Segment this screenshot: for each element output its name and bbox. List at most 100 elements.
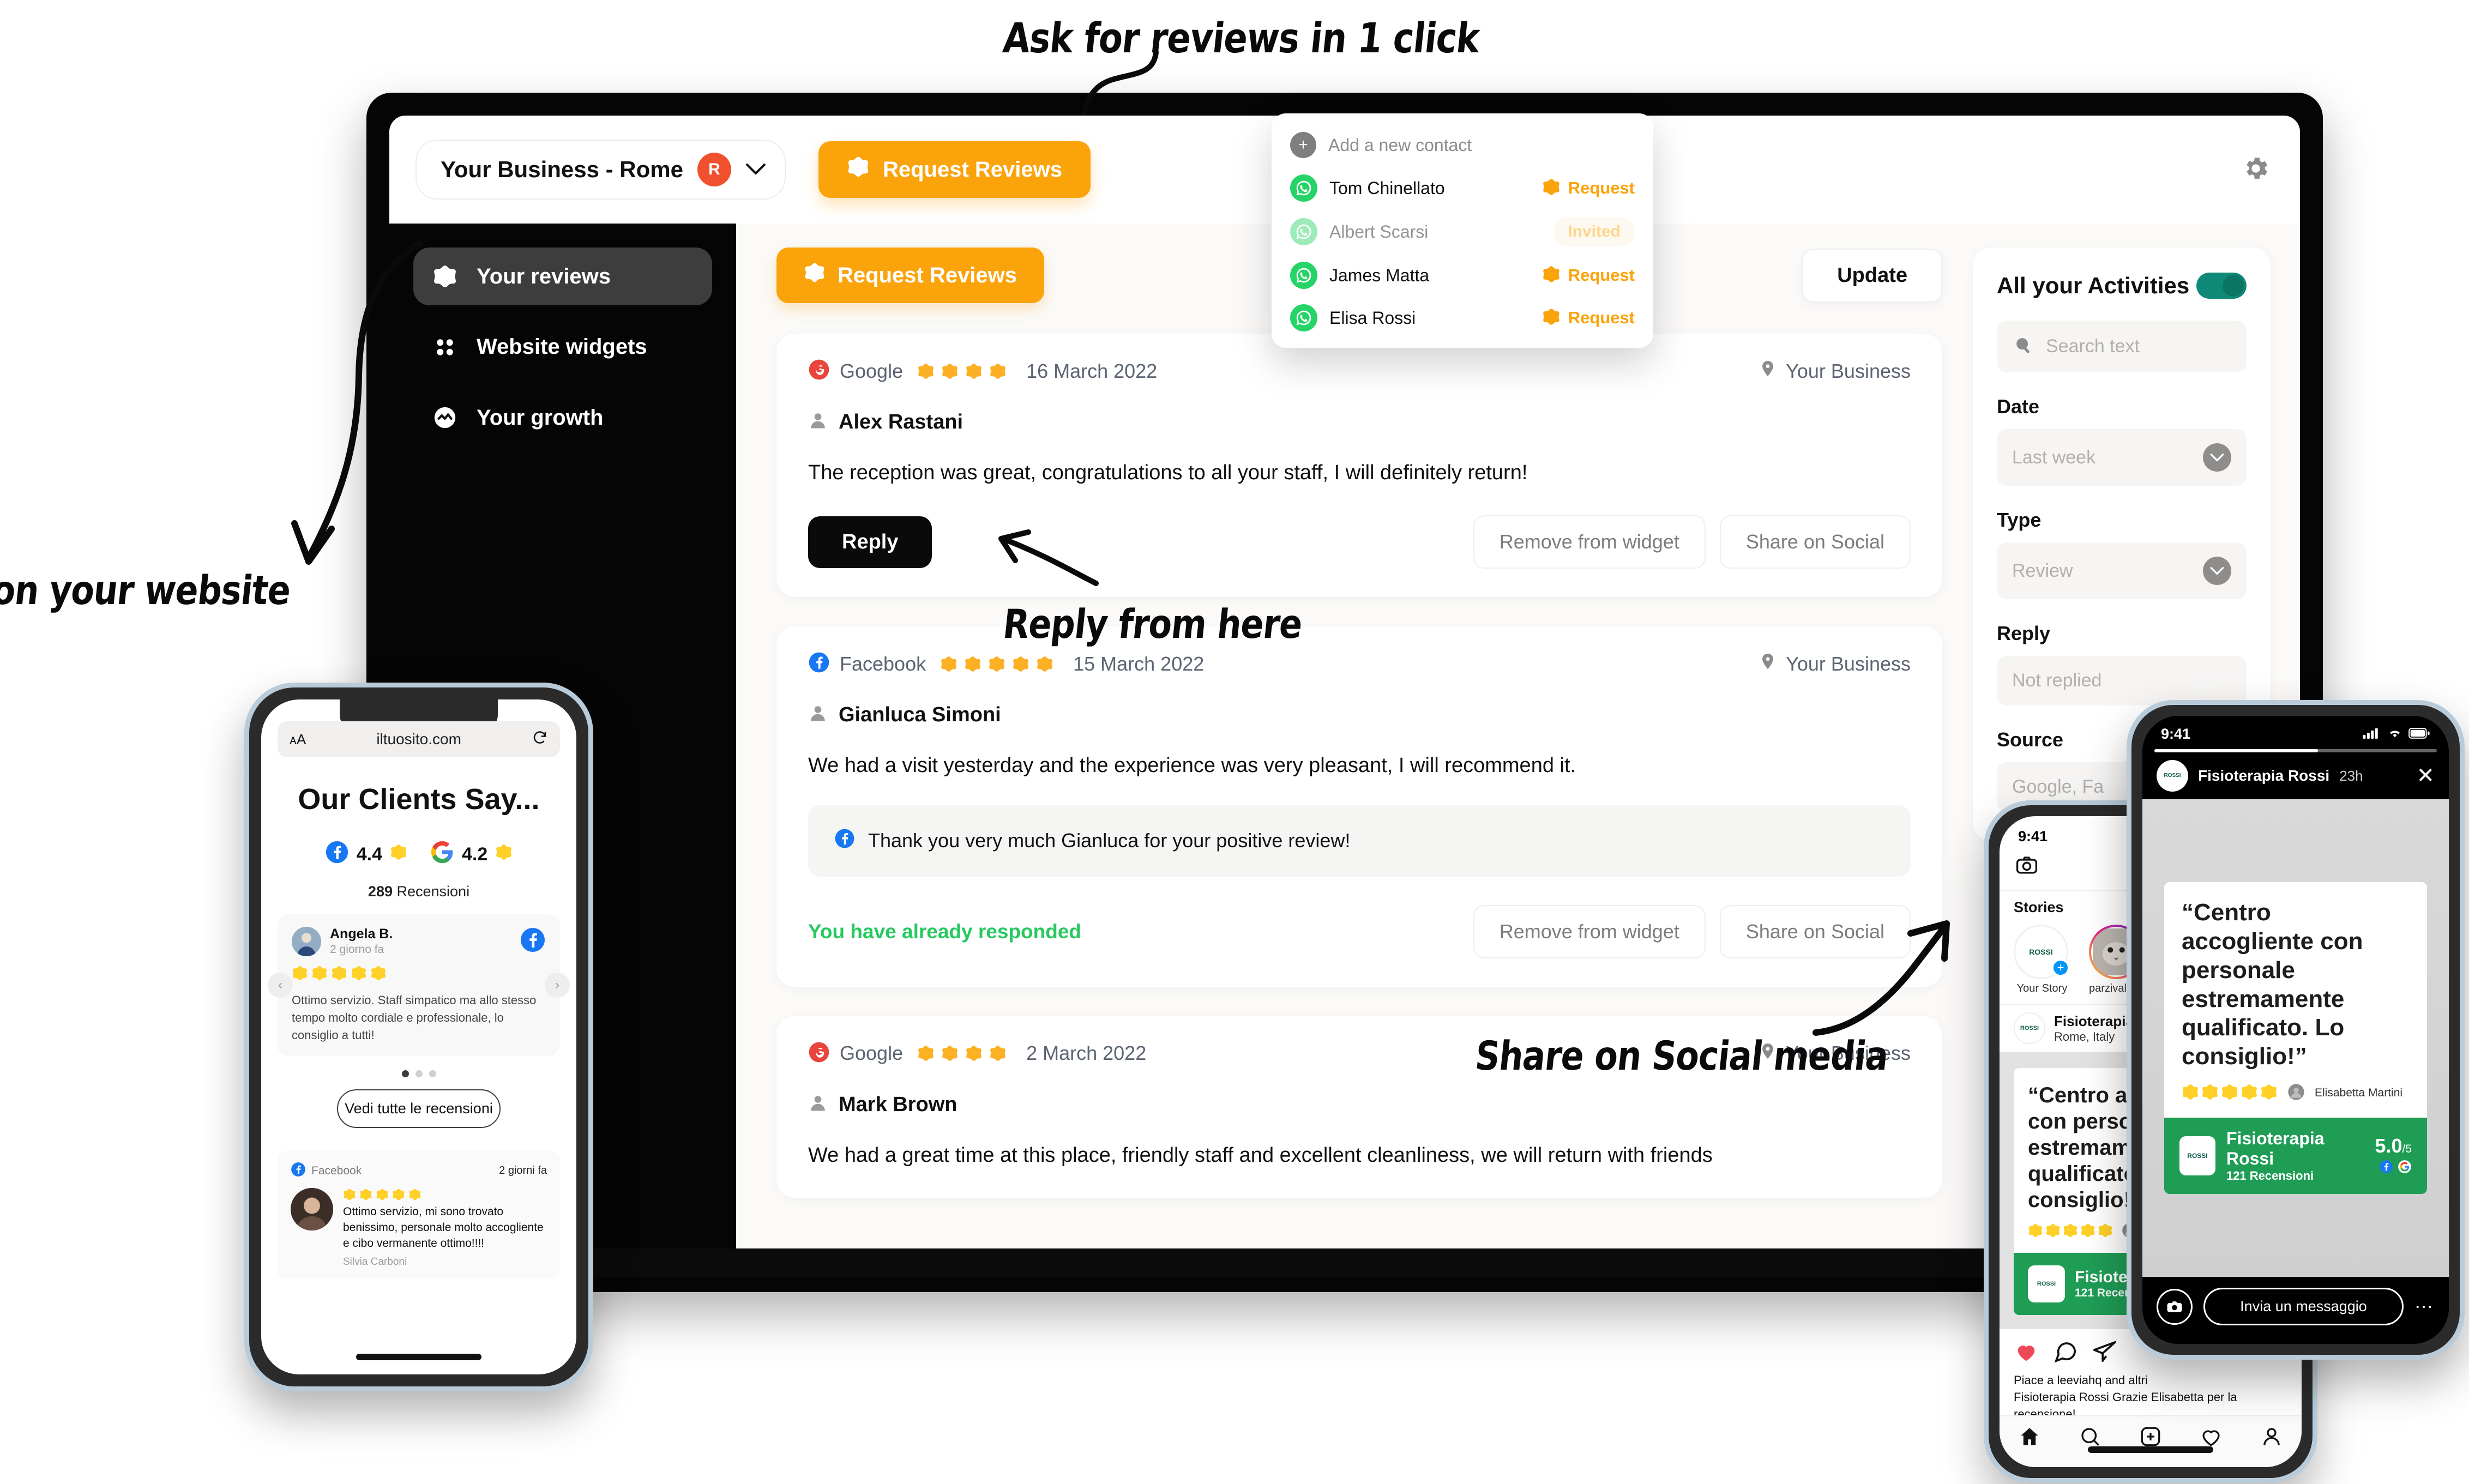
review-reply: Thank you very much Gianluca for your po… — [808, 805, 1911, 877]
annotation-reply-from-here: Reply from here — [1001, 600, 1305, 648]
review-stars — [2028, 1223, 2113, 1241]
star-icon — [311, 965, 328, 984]
star-icon — [917, 363, 935, 380]
filter-type-select[interactable]: Review — [1997, 542, 2247, 599]
reload-icon[interactable] — [532, 729, 548, 750]
review-author: Alex Rastani — [808, 411, 1911, 434]
secondary-review-author: Silvia Carboni — [343, 1256, 407, 1268]
carousel-dot[interactable] — [429, 1070, 436, 1077]
star-icon — [1012, 655, 1029, 673]
camera-icon[interactable] — [2015, 854, 2039, 880]
sidebar-item-website-widgets[interactable]: Website widgets — [413, 318, 712, 376]
review-location-label: Your Business — [1786, 652, 1911, 675]
whatsapp-icon — [1290, 218, 1317, 245]
home-indicator — [356, 1354, 481, 1360]
invited-badge: Invited — [1553, 217, 1635, 246]
carousel-dot[interactable] — [415, 1070, 423, 1077]
contact-row[interactable]: James Matta Request — [1290, 262, 1635, 289]
home-icon[interactable] — [2018, 1425, 2041, 1451]
review-author: Gianluca Simoni — [808, 703, 1911, 727]
browser-url-bar[interactable]: ᴀA iltuosito.com — [278, 721, 560, 757]
carousel-prev-button[interactable]: ‹ — [268, 972, 293, 998]
profile-icon[interactable] — [2260, 1425, 2283, 1451]
filter-reply-select[interactable]: Not replied — [1997, 656, 2247, 705]
review-date: 15 March 2022 — [1073, 652, 1205, 675]
star-icon — [2182, 1083, 2199, 1103]
heart-icon[interactable] — [2014, 1339, 2039, 1367]
secondary-review-text: Ottimo servizio, mi sono trovato benissi… — [343, 1205, 544, 1250]
contact-row[interactable]: Tom Chinellato Request — [1290, 174, 1635, 202]
share-on-social-button[interactable]: Share on Social — [1719, 515, 1911, 569]
request-action[interactable]: Request — [1542, 265, 1635, 286]
star-icon — [495, 843, 513, 866]
home-indicator — [2088, 1446, 2213, 1453]
rating-facebook: 4.4 — [325, 840, 407, 869]
star-icon — [917, 1045, 935, 1062]
add-icon[interactable]: + — [2052, 959, 2069, 976]
reply-button[interactable]: Reply — [808, 516, 932, 568]
facebook-icon — [808, 651, 830, 676]
brand-logo: ROSSI — [2020, 1024, 2039, 1031]
add-new-contact-item[interactable]: + Add a new contact — [1290, 132, 1635, 158]
review-quote-meta: Elisabetta Martini — [2164, 1071, 2427, 1118]
gear-icon[interactable] — [2241, 154, 2271, 186]
camera-icon[interactable] — [2157, 1288, 2193, 1325]
widget-ratings: 4.4 4.2 — [278, 840, 560, 869]
secondary-review-body: Ottimo servizio, mi sono trovato benissi… — [291, 1187, 547, 1268]
share-on-social-button[interactable]: Share on Social — [1719, 904, 1911, 958]
post-likes: Piace a leeviahq and altri — [2014, 1373, 2148, 1387]
cellular-icon — [2363, 726, 2381, 743]
search-placeholder: Search text — [2046, 336, 2140, 357]
website-widget-screen: ᴀA iltuosito.com Our Clients Say... 4.4 — [261, 699, 576, 1374]
avatar — [2287, 1083, 2305, 1103]
brand-name: Fisioterapia Rossi — [2226, 1128, 2325, 1168]
more-icon[interactable]: ⋯ — [2414, 1296, 2435, 1318]
request-label: Request — [1568, 178, 1635, 197]
message-input[interactable]: Invia un messaggio — [2203, 1288, 2404, 1325]
request-reviews-button[interactable]: Request Reviews — [776, 248, 1045, 303]
widget-reviews-count: 289 Recensioni — [278, 883, 560, 900]
sidebar-item-your-growth[interactable]: Your growth — [413, 389, 712, 447]
brand-network-icons — [2375, 1160, 2412, 1177]
review-card: Google 16 March 2022 Your Business Alex … — [776, 334, 1942, 598]
status-bar: 9:41 — [2142, 716, 2449, 747]
request-action[interactable]: Request — [1542, 178, 1635, 199]
search-input[interactable]: Search text — [1997, 321, 2247, 372]
annotation-share-on-social: Share on Social media — [1473, 1032, 1890, 1079]
carousel-review-author-block: Angela B. 2 giorno fa — [330, 926, 393, 956]
filter-date-select[interactable]: Last week — [1997, 429, 2247, 486]
secondary-actions: Remove from widget Share on Social — [1473, 904, 1911, 958]
contact-row[interactable]: Albert Scarsi Invited — [1290, 217, 1635, 246]
update-button[interactable]: Update — [1802, 248, 1942, 303]
activities-title: All your Activities — [1997, 273, 2190, 298]
star-icon — [965, 1045, 983, 1062]
review-source-label: Google — [840, 1042, 904, 1065]
rating-value: 4.2 — [462, 844, 488, 865]
story-item-your-story[interactable]: ROSSI + Your Story — [2014, 925, 2070, 995]
carousel-dot[interactable] — [401, 1070, 409, 1077]
request-label: Request — [1568, 308, 1635, 327]
facebook-icon — [520, 927, 546, 956]
share-icon[interactable] — [2092, 1339, 2117, 1367]
remove-from-widget-button[interactable]: Remove from widget — [1473, 904, 1706, 958]
request-reviews-top-button[interactable]: Request Reviews — [818, 141, 1091, 198]
comment-icon[interactable] — [2053, 1339, 2078, 1367]
contact-row[interactable]: Elisa Rossi Request — [1290, 304, 1635, 331]
filter-label-date: Date — [1997, 395, 2040, 418]
see-all-reviews-button[interactable]: Vedi tutte le recensioni — [337, 1089, 501, 1128]
star-icon — [359, 1188, 372, 1204]
star-icon — [804, 262, 826, 289]
star-icon — [988, 655, 1005, 673]
star-icon — [2260, 1083, 2278, 1103]
request-action[interactable]: Request — [1542, 307, 1635, 329]
remove-from-widget-button[interactable]: Remove from widget — [1473, 515, 1706, 569]
text-size-icon[interactable]: ᴀA — [290, 731, 306, 748]
business-selector[interactable]: Your Business - Rome R — [415, 140, 786, 200]
sidebar-item-your-reviews[interactable]: Your reviews — [413, 248, 712, 305]
carousel-next-button[interactable]: › — [545, 972, 570, 998]
close-icon[interactable]: ✕ — [2416, 765, 2435, 787]
star-icon — [1542, 307, 1561, 329]
story-account: Fisioterapia Rossi — [2198, 767, 2330, 784]
activities-toggle[interactable] — [2196, 273, 2247, 299]
url-text: iltuosito.com — [376, 731, 461, 747]
